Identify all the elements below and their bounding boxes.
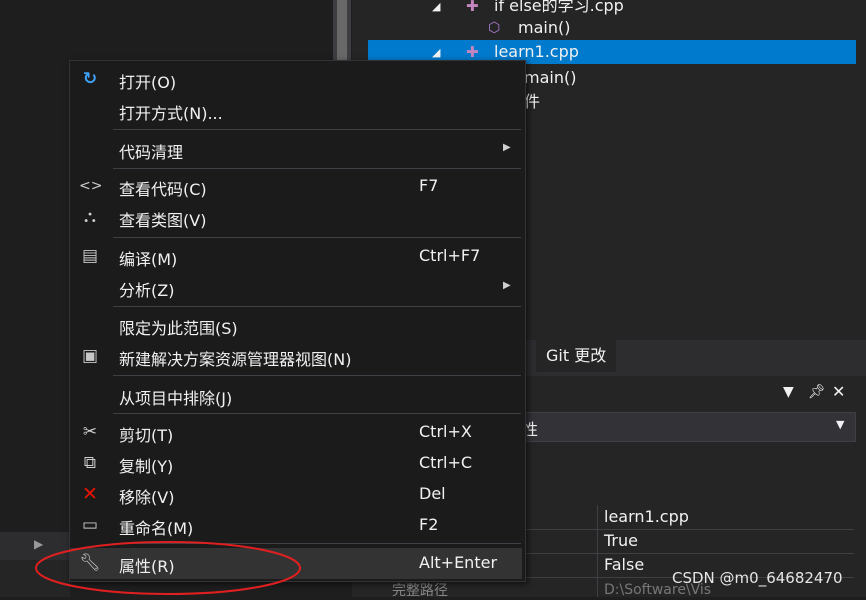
menu-item-label: 重命名(M) [119,519,194,538]
bottom-panel-area [0,560,70,597]
tree-item-label: main() [518,18,571,37]
menu-item-scope-to-this[interactable]: 限定为此范围(S) [70,310,522,341]
menu-item-shortcut: F2 [419,515,439,534]
menu-item-label: 复制(Y) [119,457,174,476]
properties-object-select[interactable] [512,412,856,442]
submenu-arrow-icon: ▶ [503,280,511,291]
new-view-icon: ▣ [81,346,99,366]
menu-item-new-explorer-view[interactable]: ▣ 新建解决方案资源管理器视图(N) [70,341,522,372]
menu-item-shortcut: Ctrl+X [419,422,472,441]
menu-separator [113,306,521,307]
menu-item-view-code[interactable]: <> 查看代码(C) F7 [70,171,522,202]
property-value[interactable]: True [604,531,638,550]
scrollbar-thumb[interactable] [337,0,347,62]
dropdown-arrow-icon[interactable]: ▼ [783,384,794,400]
property-row[interactable] [512,529,854,554]
menu-item-label: 新建解决方案资源管理器视图(N) [119,350,352,369]
menu-item-shortcut: F7 [419,176,439,195]
chevron-down-icon[interactable]: ▼ [836,418,844,431]
property-value[interactable]: learn1.cpp [604,507,689,526]
submenu-arrow-icon: ▶ [503,142,511,153]
property-grid-divider [597,505,598,597]
menu-item-open-with[interactable]: 打开方式(N)... [70,95,522,126]
menu-item-cut[interactable]: ✂ 剪切(T) Ctrl+X [70,417,522,448]
menu-item-open[interactable]: ↻ 打开(O) [70,64,522,95]
tree-item-label: main() [524,68,577,87]
menu-item-label: 分析(Z) [119,281,175,300]
menu-item-label: 移除(V) [119,488,175,507]
open-arrow-icon: ↻ [82,69,98,89]
rename-icon: ▭ [81,515,99,535]
menu-item-properties[interactable]: 🔧︎ 属性(R) Alt+Enter [70,548,522,579]
copy-icon: ⧉ [83,453,97,473]
menu-item-copy[interactable]: ⧉ 复制(Y) Ctrl+C [70,448,522,479]
menu-item-exclude-from-project[interactable]: 从项目中排除(J) [70,380,522,411]
menu-item-label: 查看代码(C) [119,180,207,199]
menu-item-label: 限定为此范围(S) [119,319,238,338]
menu-separator [113,168,521,169]
menu-item-shortcut: Ctrl+F7 [419,246,481,265]
menu-item-shortcut: Ctrl+C [419,453,473,472]
menu-item-rename[interactable]: ▭ 重命名(M) F2 [70,510,522,541]
remove-x-icon: ✕ [82,483,98,505]
menu-item-compile[interactable]: ▤ 编译(M) Ctrl+F7 [70,241,522,272]
menu-item-shortcut: Alt+Enter [419,553,498,572]
property-value[interactable]: False [604,555,644,574]
wrench-icon: 🔧︎ [79,553,101,573]
expand-arrow-icon[interactable]: ▶ [34,537,43,551]
menu-item-shortcut: Del [419,484,446,503]
menu-item-label: 代码清理 [119,143,184,162]
function-cube-icon: ⬡ [488,20,501,36]
collapse-triangle-icon[interactable]: ◢ [432,0,440,19]
menu-item-label: 编译(M) [119,250,178,269]
scissors-icon: ✂ [82,422,98,442]
menu-item-label: 剪切(T) [119,426,174,445]
menu-item-label: 属性(R) [119,557,175,576]
menu-item-remove[interactable]: ✕ 移除(V) Del [70,479,522,510]
menu-item-label: 从项目中排除(J) [119,389,233,408]
cpp-file-icon: ✚ [466,0,479,15]
menu-separator [113,129,521,130]
tab-git-changes[interactable]: Git 更改 [536,340,617,372]
menu-item-code-cleanup[interactable]: 代码清理 ▶ [70,134,522,165]
menu-item-analyze[interactable]: 分析(Z) ▶ [70,272,522,303]
property-name-partial: 完整路径 [392,583,448,599]
menu-item-view-class-diagram[interactable]: ⛬ 查看类图(V) [70,202,522,233]
close-icon[interactable]: ✕ [832,382,845,401]
watermark-text: CSDN @m0_64682470 [672,569,843,587]
class-diagram-icon: ⛬ [84,207,96,227]
code-brackets-icon: <> [79,178,103,194]
tree-item-label: 件 [524,92,541,111]
menu-item-label: 打开(O) [119,73,177,92]
menu-separator [113,237,521,238]
pin-icon[interactable]: 📌︎ [808,384,826,400]
compile-icon: ▤ [81,246,99,266]
menu-separator [113,413,521,414]
menu-item-label: 打开方式(N)... [119,104,223,123]
menu-separator [113,375,521,376]
menu-item-label: 查看类图(V) [119,211,207,230]
menu-separator [113,543,521,544]
